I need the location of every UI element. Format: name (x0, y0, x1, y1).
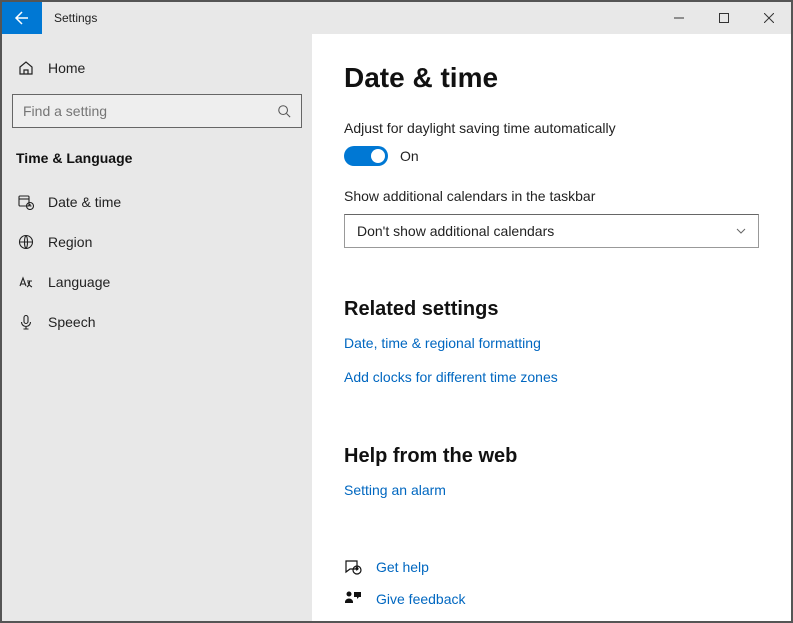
calendar-clock-icon (18, 194, 34, 210)
related-settings-heading: Related settings (344, 298, 759, 321)
minimize-icon (674, 13, 684, 23)
dst-toggle[interactable] (344, 146, 388, 166)
sidebar: Home Time & Language Date & time Region … (2, 34, 312, 621)
microphone-icon (18, 314, 34, 330)
dst-toggle-row: On (344, 146, 759, 166)
close-button[interactable] (746, 2, 791, 34)
sidebar-item-label: Date & time (48, 194, 121, 210)
calendar-dropdown-value: Don't show additional calendars (357, 223, 554, 239)
dst-label: Adjust for daylight saving time automati… (344, 120, 759, 136)
sidebar-item-label: Region (48, 234, 92, 250)
give-feedback-row: Give feedback (344, 590, 759, 608)
chat-question-icon (344, 558, 362, 576)
home-icon (18, 60, 34, 76)
page-title: Date & time (344, 62, 759, 94)
sidebar-item-label: Language (48, 274, 110, 290)
calendar-dropdown[interactable]: Don't show additional calendars (344, 214, 759, 248)
sidebar-item-date-time[interactable]: Date & time (12, 182, 302, 222)
close-icon (764, 13, 774, 23)
sidebar-item-region[interactable]: Region (12, 222, 302, 262)
calendar-label: Show additional calendars in the taskbar (344, 188, 759, 204)
maximize-icon (719, 13, 729, 23)
sidebar-home-label: Home (48, 60, 85, 76)
language-icon (18, 274, 34, 290)
search-box[interactable] (12, 94, 302, 128)
link-date-time-regional[interactable]: Date, time & regional formatting (344, 335, 759, 351)
chevron-down-icon (736, 226, 746, 236)
maximize-button[interactable] (701, 2, 746, 34)
sidebar-item-speech[interactable]: Speech (12, 302, 302, 342)
feedback-icon (344, 590, 362, 608)
link-setting-alarm[interactable]: Setting an alarm (344, 482, 759, 498)
main-content: Date & time Adjust for daylight saving t… (312, 34, 791, 621)
dst-toggle-state: On (400, 148, 419, 164)
search-input[interactable] (23, 103, 277, 119)
sidebar-section-label: Time & Language (12, 128, 302, 182)
titlebar-spacer (109, 2, 656, 34)
back-button[interactable] (2, 2, 42, 34)
get-help-row: Get help (344, 558, 759, 576)
link-get-help[interactable]: Get help (376, 559, 429, 575)
help-heading: Help from the web (344, 445, 759, 468)
globe-icon (18, 234, 34, 250)
link-give-feedback[interactable]: Give feedback (376, 591, 466, 607)
minimize-button[interactable] (656, 2, 701, 34)
arrow-left-icon (14, 10, 30, 26)
app-body: Home Time & Language Date & time Region … (2, 34, 791, 621)
sidebar-item-label: Speech (48, 314, 95, 330)
sidebar-item-language[interactable]: Language (12, 262, 302, 302)
titlebar: Settings (2, 2, 791, 34)
search-icon (277, 104, 291, 118)
app-title: Settings (42, 2, 109, 34)
sidebar-home[interactable]: Home (12, 52, 302, 94)
link-add-clocks[interactable]: Add clocks for different time zones (344, 369, 759, 385)
